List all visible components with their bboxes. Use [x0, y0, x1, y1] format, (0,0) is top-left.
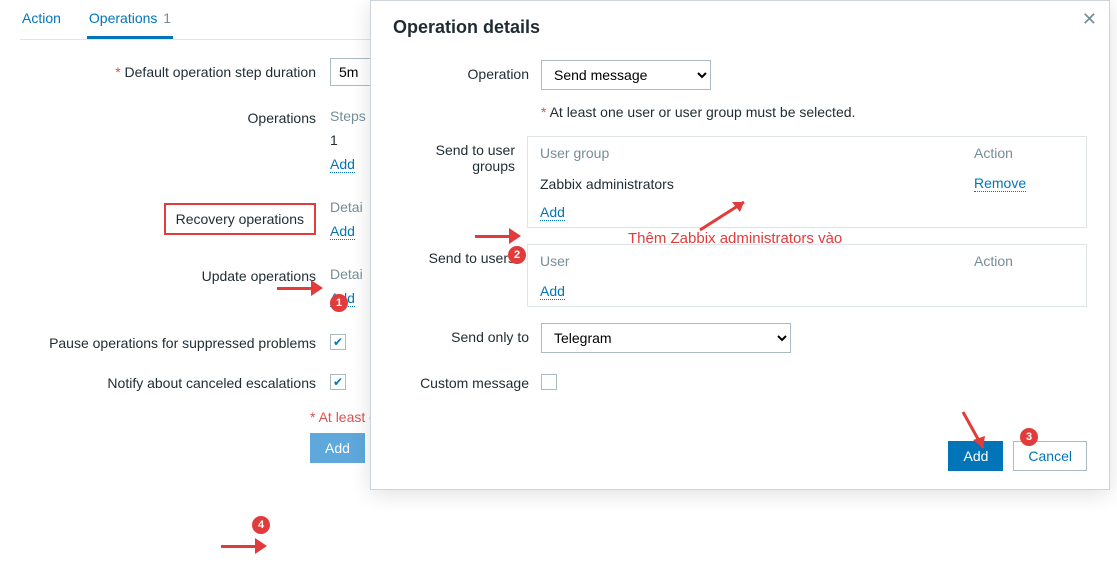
users-label: Send to users — [393, 244, 527, 266]
operations-label: Operations — [20, 104, 330, 126]
recovery-label-wrap: Recovery operations — [20, 195, 330, 235]
users-table: User Action Add — [527, 244, 1087, 307]
operation-details-modal: ✕ Operation details Operation Send messa… — [370, 0, 1110, 490]
group-row-name: Zabbix administrators — [540, 176, 974, 192]
custom-message-checkbox[interactable] — [541, 374, 557, 390]
annotation-arrow-4 — [221, 538, 267, 554]
modal-hint: * At least one user or user group must b… — [541, 104, 1087, 120]
operation-field-label: Operation — [393, 60, 541, 82]
notify-label: Notify about canceled escalations — [20, 369, 330, 391]
col-usergroup: User group — [540, 145, 974, 161]
sendonly-label: Send only to — [393, 323, 541, 345]
annotation-badge-4: 4 — [252, 516, 270, 534]
pause-label: Pause operations for suppressed problems — [20, 329, 330, 351]
update-add-link[interactable]: Add — [330, 290, 355, 307]
col-action-users: Action — [974, 253, 1074, 269]
modal-title: Operation details — [393, 17, 1087, 38]
groups-add-link[interactable]: Add — [540, 204, 565, 221]
group-remove-link[interactable]: Remove — [974, 175, 1026, 192]
modal-cancel-button[interactable]: Cancel — [1013, 441, 1087, 471]
user-groups-table: User group Action Zabbix administrators … — [527, 136, 1087, 228]
tab-operations-label: Operations — [89, 10, 157, 26]
default-step-label: Default operation step duration — [20, 58, 330, 80]
operation-select[interactable]: Send message — [541, 60, 711, 90]
operations-add-link[interactable]: Add — [330, 156, 355, 173]
custom-label: Custom message — [393, 369, 541, 391]
tab-action[interactable]: Action — [20, 10, 63, 39]
sendonly-select[interactable]: Telegram — [541, 323, 791, 353]
notify-checkbox[interactable]: ✔ — [330, 374, 346, 390]
recovery-add-link[interactable]: Add — [330, 223, 355, 240]
col-user: User — [540, 253, 974, 269]
col-action-groups: Action — [974, 145, 1074, 161]
recovery-label: Recovery operations — [164, 203, 316, 235]
tab-operations-count: 1 — [163, 10, 171, 26]
close-icon[interactable]: ✕ — [1082, 9, 1097, 30]
tab-operations[interactable]: Operations 1 — [87, 10, 173, 39]
update-label: Update operations — [20, 262, 330, 284]
group-row: Zabbix administrators Remove — [528, 169, 1086, 198]
modal-hint-text: At least one user or user group must be … — [550, 104, 856, 120]
modal-add-button[interactable]: Add — [948, 441, 1003, 471]
pause-checkbox[interactable]: ✔ — [330, 334, 346, 350]
groups-label: Send to user groups — [393, 136, 527, 174]
main-add-button[interactable]: Add — [310, 433, 365, 463]
users-add-link[interactable]: Add — [540, 283, 565, 300]
